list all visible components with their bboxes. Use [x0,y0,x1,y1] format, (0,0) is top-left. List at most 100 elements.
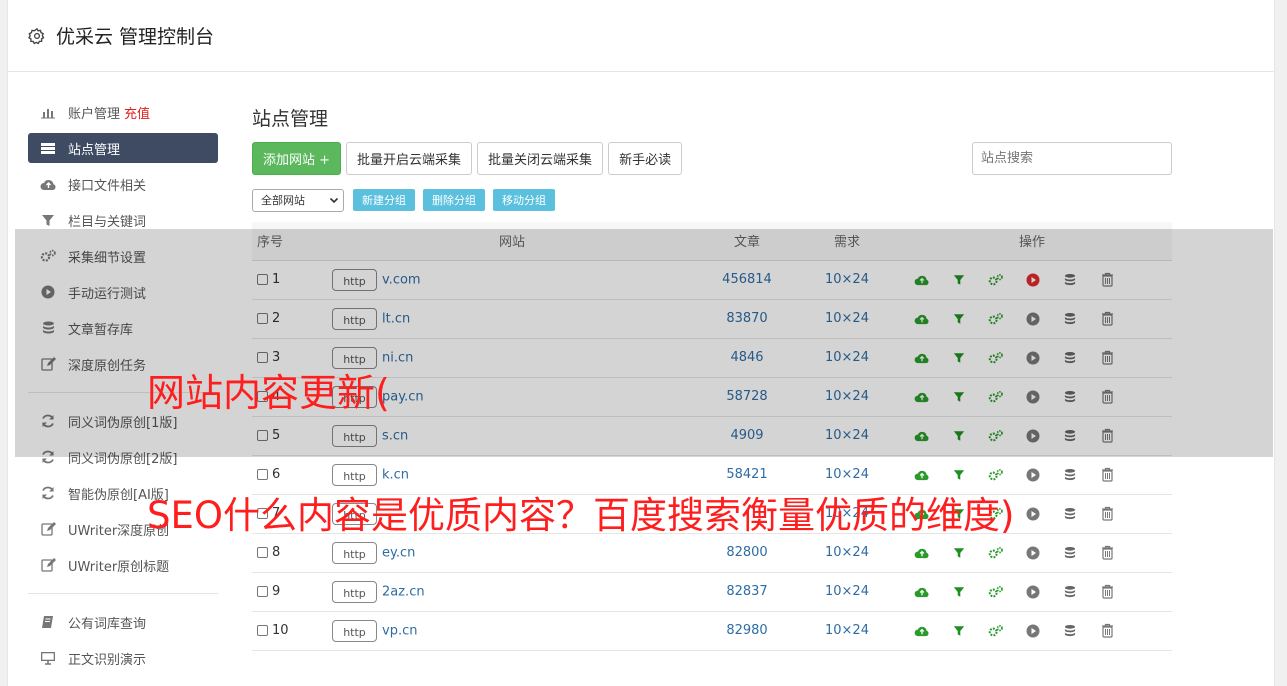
http-button[interactable]: http [332,541,377,564]
delete-group-button[interactable]: 删除分组 [423,189,485,211]
site-search-input[interactable] [972,142,1172,175]
sidebar-item-b-4[interactable]: UWriter原创标题 [28,547,218,583]
http-button[interactable]: http [332,463,377,486]
recharge-link[interactable]: 充值 [124,103,150,122]
sidebar-item-label: 账户管理 [68,106,121,122]
row-actions [892,455,1172,495]
http-button[interactable]: http [332,580,377,603]
cloud-upload-icon[interactable] [914,467,930,483]
sidebar-divider [28,593,218,594]
sidebar-item-a-2[interactable]: 接口文件相关 [28,166,218,202]
cloud-upload-icon[interactable] [914,623,930,639]
row-site-cell: http k.cn [332,455,692,495]
cogs-icon[interactable] [988,545,1004,561]
row-demand[interactable]: 10×24 [802,533,892,573]
table-row: 10 http vp.cn 82980 10×24 [252,611,1172,651]
sidebar-item-label: 正文识别演示 [68,652,147,668]
play-circle-icon[interactable] [1025,545,1041,561]
book-icon [39,615,57,629]
cogs-icon[interactable] [988,584,1004,600]
cogs-icon[interactable] [988,467,1004,483]
move-group-button[interactable]: 移动分组 [493,189,555,211]
sidebar-item-c-1[interactable]: 正文识别演示 [28,640,218,676]
row-index: 8 [272,545,281,560]
caption-overlay [15,229,1273,457]
row-site-cell: http ey.cn [332,533,692,573]
row-articles[interactable]: 82800 [692,533,802,573]
batch-enable-button[interactable]: 批量开启云端采集 [346,142,473,175]
play-circle-icon[interactable] [1025,467,1041,483]
cloud-upload-icon[interactable] [914,584,930,600]
group-select-value: 全部网站 [261,194,305,207]
filter-icon[interactable] [951,545,967,561]
row-site-cell: http vp.cn [332,611,692,651]
trash-icon[interactable] [1099,545,1115,561]
row-actions [892,572,1172,612]
top-bar: 优采云 管理控制台 [8,0,1274,72]
new-group-button[interactable]: 新建分组 [353,189,415,211]
database-icon[interactable] [1062,545,1078,561]
sidebar-item-c-0[interactable]: 公有词库查询 [28,604,218,640]
database-icon[interactable] [1062,506,1078,522]
table-row: 6 http k.cn 58421 10×24 [252,455,1172,495]
play-circle-icon[interactable] [1025,584,1041,600]
row-actions [892,533,1172,573]
toolbar: 添加网站 + 批量开启云端采集 批量关闭云端采集 新手必读 [252,142,1172,175]
row-articles[interactable]: 58421 [692,455,802,495]
cogs-icon[interactable] [988,623,1004,639]
row-index-cell: 8 [252,533,332,573]
chevron-down-icon [329,197,339,204]
page-title: 站点管理 [252,108,329,130]
filter-icon[interactable] [951,467,967,483]
database-icon[interactable] [1062,623,1078,639]
row-articles[interactable]: 82980 [692,611,802,651]
database-icon[interactable] [1062,584,1078,600]
sidebar-item-a-1[interactable]: 站点管理 [28,133,218,163]
row-checkbox[interactable] [257,469,268,480]
overlay-caption-2: SEO什么内容是优质内容？百度搜索衡量优质的维度) [147,494,1015,537]
filter-icon[interactable] [951,623,967,639]
filter-icon[interactable] [951,584,967,600]
trash-icon[interactable] [1099,506,1115,522]
table-row: 8 http ey.cn 82800 10×24 [252,533,1172,573]
row-articles[interactable]: 82837 [692,572,802,612]
cloud-upload-icon [39,177,57,191]
sidebar-item-label: 栏目与关键词 [68,214,147,230]
row-demand[interactable]: 10×24 [802,572,892,612]
overlay-caption-1: 网站内容更新( [147,371,390,415]
trash-icon[interactable] [1099,623,1115,639]
row-checkbox[interactable] [257,547,268,558]
add-site-button[interactable]: 添加网站 + [252,142,342,175]
cloud-upload-icon[interactable] [914,545,930,561]
site-link[interactable]: 2az.cn [382,584,425,599]
site-link[interactable]: vp.cn [382,623,417,638]
batch-disable-button[interactable]: 批量关闭云端采集 [477,142,604,175]
play-circle-icon[interactable] [1025,506,1041,522]
edit-icon [39,558,57,572]
http-button[interactable]: http [332,619,377,642]
row-demand[interactable]: 10×24 [802,611,892,651]
play-circle-icon[interactable] [1025,623,1041,639]
trash-icon[interactable] [1099,584,1115,600]
sidebar-item-a-0[interactable]: 账户管理 充值 [28,94,218,130]
app-title: 优采云 管理控制台 [56,26,215,48]
table-row: 9 http 2az.cn 82837 10×24 [252,572,1172,612]
row-index-cell: 10 [252,611,332,651]
bar-chart-icon [39,105,57,119]
sidebar-item-label: 站点管理 [68,142,121,158]
row-site-cell: http 2az.cn [332,572,692,612]
row-index: 6 [272,467,281,482]
gear-icon [28,27,45,44]
row-checkbox[interactable] [257,586,268,597]
trash-icon[interactable] [1099,467,1115,483]
database-icon[interactable] [1062,467,1078,483]
row-index-cell: 6 [252,455,332,495]
server-icon [39,141,57,155]
group-select[interactable]: 全部网站 [252,188,344,212]
site-link[interactable]: ey.cn [382,545,415,560]
row-demand[interactable]: 10×24 [802,455,892,495]
row-checkbox[interactable] [257,625,268,636]
site-link[interactable]: k.cn [382,467,409,482]
sidebar-item-label: 接口文件相关 [68,178,147,194]
guide-button[interactable]: 新手必读 [608,142,683,175]
